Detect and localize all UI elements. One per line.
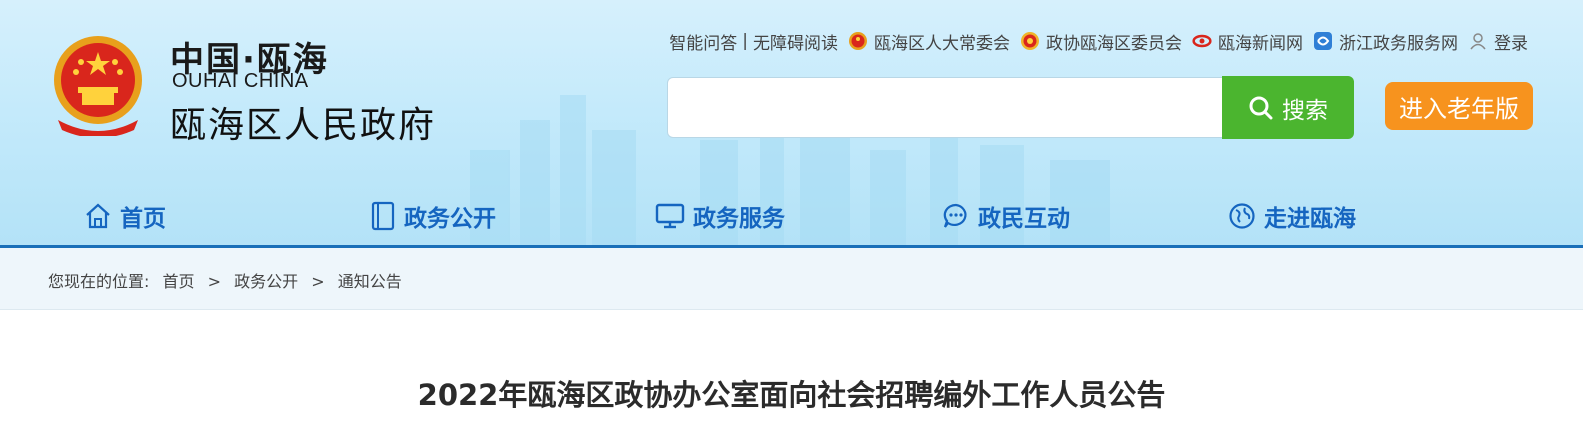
nav-label: 政务服务	[693, 206, 785, 232]
document-icon	[371, 201, 395, 231]
site-header: 中国·瓯海 OUHAI CHINA 瓯海区人民政府 智能问答 | 无障碍阅读 瓯…	[0, 0, 1583, 248]
nav-item-interaction[interactable]: 政民互动	[942, 196, 1070, 236]
search-icon	[1249, 96, 1273, 119]
zj-service-icon	[1314, 32, 1332, 50]
nav-label: 政务公开	[404, 206, 496, 232]
search-button[interactable]: 搜索	[1222, 76, 1354, 139]
nav-item-gov-affairs[interactable]: 政务公开	[370, 196, 496, 236]
article-title: 2022年瓯海区政协办公室面向社会招聘编外工作人员公告	[417, 378, 1166, 412]
npc-link[interactable]: 瓯海区人大常委会	[874, 29, 1010, 54]
breadcrumb-home[interactable]: 首页	[163, 272, 195, 291]
breadcrumb-bar: 您现在的位置: 首页 > 政务公开 > 通知公告	[0, 248, 1583, 310]
cppcc-link[interactable]: 政协瓯海区委员会	[1046, 29, 1182, 54]
nav-item-home[interactable]: 首页	[84, 196, 166, 236]
cppcc-emblem-icon	[1021, 32, 1039, 50]
breadcrumb: 您现在的位置: 首页 > 政务公开 > 通知公告	[48, 268, 402, 292]
accessibility-link[interactable]: 无障碍阅读	[753, 29, 838, 54]
breadcrumb-prefix: 您现在的位置:	[48, 272, 150, 291]
news-link[interactable]: 瓯海新闻网	[1218, 29, 1303, 54]
nav-item-about-ouhai[interactable]: 走进瓯海	[1228, 196, 1356, 236]
main-nav: 首页 政务公开 政务服务 政民互动 走进瓯海	[0, 188, 1583, 246]
search-button-label: 搜索	[1282, 97, 1328, 124]
breadcrumb-notices[interactable]: 通知公告	[338, 272, 402, 291]
logo-english-text: OUHAI CHINA	[172, 70, 309, 92]
search-input[interactable]	[667, 77, 1237, 138]
site-name: 瓯海区人民政府	[170, 105, 437, 146]
elder-mode-button[interactable]: 进入老年版	[1385, 82, 1533, 130]
npc-emblem-icon	[849, 32, 867, 50]
nav-label: 首页	[120, 206, 166, 232]
nav-label: 政民互动	[978, 206, 1070, 232]
breadcrumb-separator: >	[207, 272, 222, 291]
nav-item-gov-services[interactable]: 政务服务	[655, 196, 785, 236]
home-icon	[86, 203, 110, 229]
login-link[interactable]: 登录	[1494, 29, 1528, 54]
breadcrumb-gov-affairs[interactable]: 政务公开	[234, 272, 298, 291]
link-separator: |	[742, 31, 748, 51]
monitor-icon	[655, 203, 685, 229]
user-icon	[1470, 33, 1486, 50]
chat-icon	[943, 203, 967, 228]
nav-label: 走进瓯海	[1264, 206, 1356, 232]
globe-icon	[1229, 203, 1255, 229]
national-emblem-icon	[54, 36, 142, 136]
zj-service-link[interactable]: 浙江政务服务网	[1339, 29, 1458, 54]
top-links-bar: 智能问答 | 无障碍阅读 瓯海区人大常委会 政协瓯海区委员会 瓯海新闻网 浙江政…	[669, 29, 1528, 54]
news-site-icon	[1192, 34, 1212, 48]
smart-qa-link[interactable]: 智能问答	[669, 29, 737, 54]
breadcrumb-separator: >	[311, 272, 325, 291]
site-logo[interactable]: 中国·瓯海 OUHAI CHINA 瓯海区人民政府	[48, 32, 448, 146]
